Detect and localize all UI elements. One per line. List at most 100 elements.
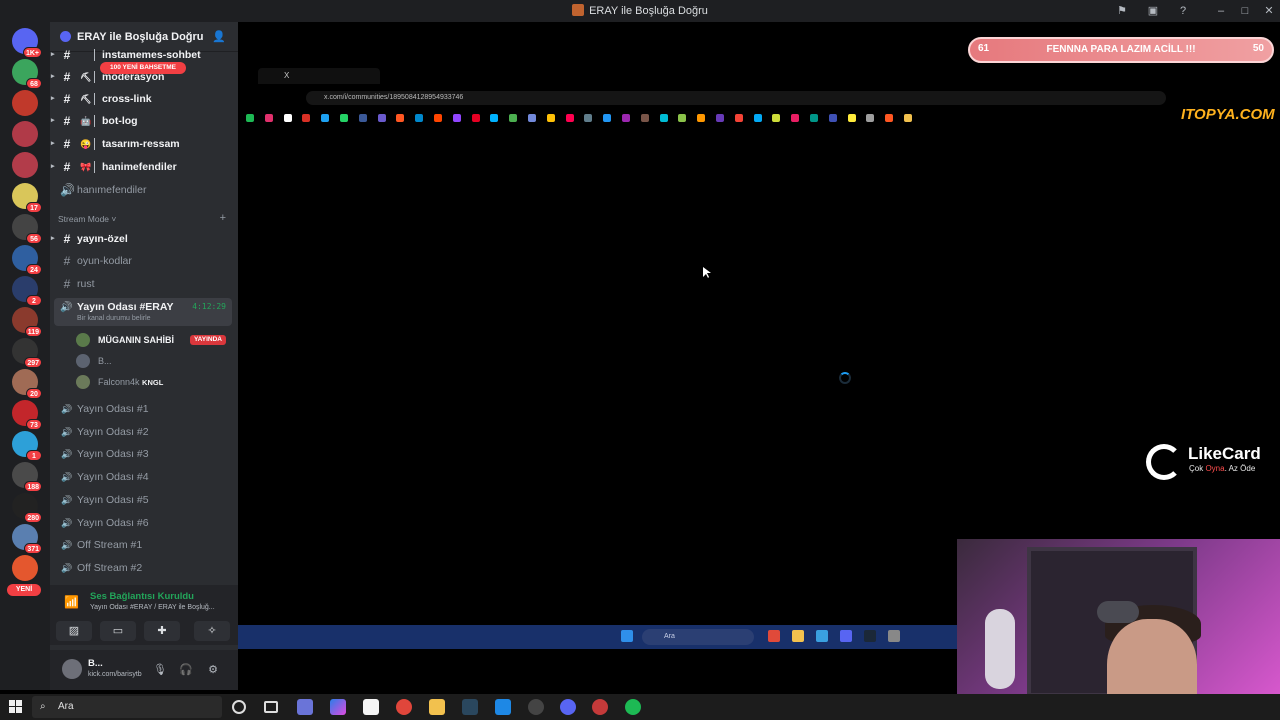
text-channel-bot-log[interactable]: ▸ # 🤖 bot-log [51,111,230,131]
text-channel-tasarım-ressam[interactable]: ▸ # 😜 tasarım-ressam [51,134,230,154]
signal-icon[interactable]: 📶 [64,595,79,609]
channel-emoji-icon: ⛏ [80,94,92,104]
server-icon[interactable] [12,555,38,581]
server-icon[interactable]: 2 [12,276,42,306]
bookmark-icon [697,114,706,122]
settings-gear-icon[interactable]: ⚙ [205,662,221,678]
unread-badge: 68 [26,78,42,89]
invite-icon[interactable]: 👤 [212,30,226,43]
category-stream-mode[interactable]: Stream Mode ˅ [58,214,116,224]
screen-share-button[interactable]: ▭ [100,621,136,641]
server-icon[interactable]: 1K+ [12,28,42,58]
donation-goal-overlay: 61 FENNNA PARA LAZIM ACİLL !!! 50 [968,37,1274,63]
taskbar-search-input[interactable]: ⌕ Ara [32,696,222,718]
server-icon[interactable]: 68 [12,59,42,89]
avatar [76,375,90,389]
avatar [76,354,90,368]
unread-arrow-icon: ▸ [51,163,55,170]
cortana-icon[interactable] [232,700,246,714]
speaker-icon: 🔊 [60,302,73,313]
obs-icon[interactable] [528,699,544,715]
windows-start-icon [621,630,633,642]
voice-channel[interactable]: 🔊 Yayın Odası #6 [58,513,230,533]
bookmark-icon [546,114,555,122]
browser-tab-bar: X [238,66,1280,84]
close-icon[interactable]: ✕ [1262,4,1276,18]
webcam-headset [1097,601,1139,623]
screen-share-icon[interactable]: ▣ [1146,4,1160,18]
server-icon[interactable]: 371 [12,524,42,554]
soundboard-button[interactable]: ✧ [194,621,230,641]
server-icon[interactable]: 20 [12,369,42,399]
app-icon[interactable] [297,699,313,715]
maximize-icon[interactable]: □ [1238,4,1252,18]
discord-icon[interactable] [560,699,576,715]
server-icon[interactable]: 56 [12,214,42,244]
server-icon[interactable]: 73 [12,400,42,430]
loading-spinner-icon [839,372,851,384]
unread-badge: 371 [24,543,42,554]
text-channel-cross-link[interactable]: ▸ # ⛏ cross-link [51,89,230,109]
calendar-icon[interactable] [363,699,379,715]
server-logo-icon [572,4,585,16]
voice-channel[interactable]: 🔊 Off Stream #2 [58,558,230,578]
text-channel-oyun-kodlar[interactable]: # oyun-kodlar [58,251,230,271]
activities-button[interactable]: ✚ [144,621,180,641]
inbox-icon[interactable]: ⚑ [1115,4,1129,18]
minimize-icon[interactable]: – [1214,4,1228,18]
hash-icon: # [63,254,71,268]
bookmark-icon [264,114,273,122]
task-view-icon[interactable] [264,701,278,713]
text-channel-rust[interactable]: # rust [58,274,230,294]
server-icon[interactable] [12,152,38,178]
voice-channel-active[interactable]: 🔊 Yayın Odası #ERAY Bir kanal durumu bel… [54,298,232,326]
unread-arrow-icon: ▸ [51,140,55,147]
text-channel-hanimefendiler[interactable]: ▸ # 🎀 hanimefendiler [51,157,230,177]
microphone-icon[interactable]: 🎙 [152,662,168,678]
speaker-icon: 🔊 [61,404,73,414]
server-icon[interactable]: 188 [12,462,42,492]
bookmark-icon [828,114,837,122]
folder-icon[interactable] [429,699,445,715]
voice-user[interactable]: B... [76,351,226,371]
itopya-logo: ITOPYA.COM [1181,106,1275,123]
server-icon[interactable] [12,90,38,116]
help-icon[interactable]: ? [1176,4,1190,18]
server-icon[interactable]: 17 [12,183,42,213]
server-icon[interactable]: 24 [12,245,42,275]
steam-icon[interactable] [462,699,478,715]
add-channel-icon[interactable]: + [220,212,226,224]
speaker-icon: 🔊 [61,517,73,528]
channel-emoji-icon: 🎀 [80,162,92,172]
avatar[interactable] [62,659,82,679]
server-icon[interactable]: 280 [12,493,42,523]
server-icon[interactable]: 297 [12,338,42,368]
hash-icon: # [63,137,71,151]
chrome-icon[interactable] [396,699,412,715]
server-icon[interactable]: 119 [12,307,42,337]
copilot-icon[interactable] [330,699,346,715]
voice-channel[interactable]: 🔊 Yayın Odası #5 [58,490,230,510]
video-off-button[interactable]: ▨ [56,621,92,641]
voice-user[interactable]: Falconn4k KNGL [76,372,226,392]
windows-start-icon[interactable] [9,700,22,713]
server-icon[interactable] [12,121,38,147]
app-icon[interactable] [495,699,511,715]
voice-channel[interactable]: 🔊 Yayın Odası #4 [58,467,230,487]
text-channel-yayın-özel[interactable]: ▸ # yayın-özel [51,229,230,249]
speaker-icon: 🔊 [61,562,73,573]
browser-address-bar: x.com/i/communities/1895084128954933746 [238,88,1280,108]
mentions-pill[interactable]: 100 YENİ BAHSETME [100,62,186,74]
chrome-icon[interactable] [592,699,608,715]
stream-view[interactable]: 61 FENNNA PARA LAZIM ACİLL !!! 50 X x.co… [238,22,1280,720]
voice-channel[interactable]: 🔊 Yayın Odası #2 [58,422,230,442]
server-icon[interactable]: 1 [12,431,42,461]
headphones-icon[interactable]: 🎧 [178,662,194,678]
voice-channel-hanimefendiler[interactable]: 🔊 hanımefendiler [58,180,230,200]
spotify-icon[interactable] [625,699,641,715]
voice-user[interactable]: MÜGANIN SAHİBİ YAYINDA [76,330,226,350]
voice-channel[interactable]: 🔊 Yayın Odası #3 [58,444,230,464]
voice-channel[interactable]: 🔊 Off Stream #1 [58,535,230,555]
voice-channel[interactable]: 🔊 Yayın Odası #1 [58,399,230,419]
new-badge[interactable]: YENİ [7,584,41,596]
